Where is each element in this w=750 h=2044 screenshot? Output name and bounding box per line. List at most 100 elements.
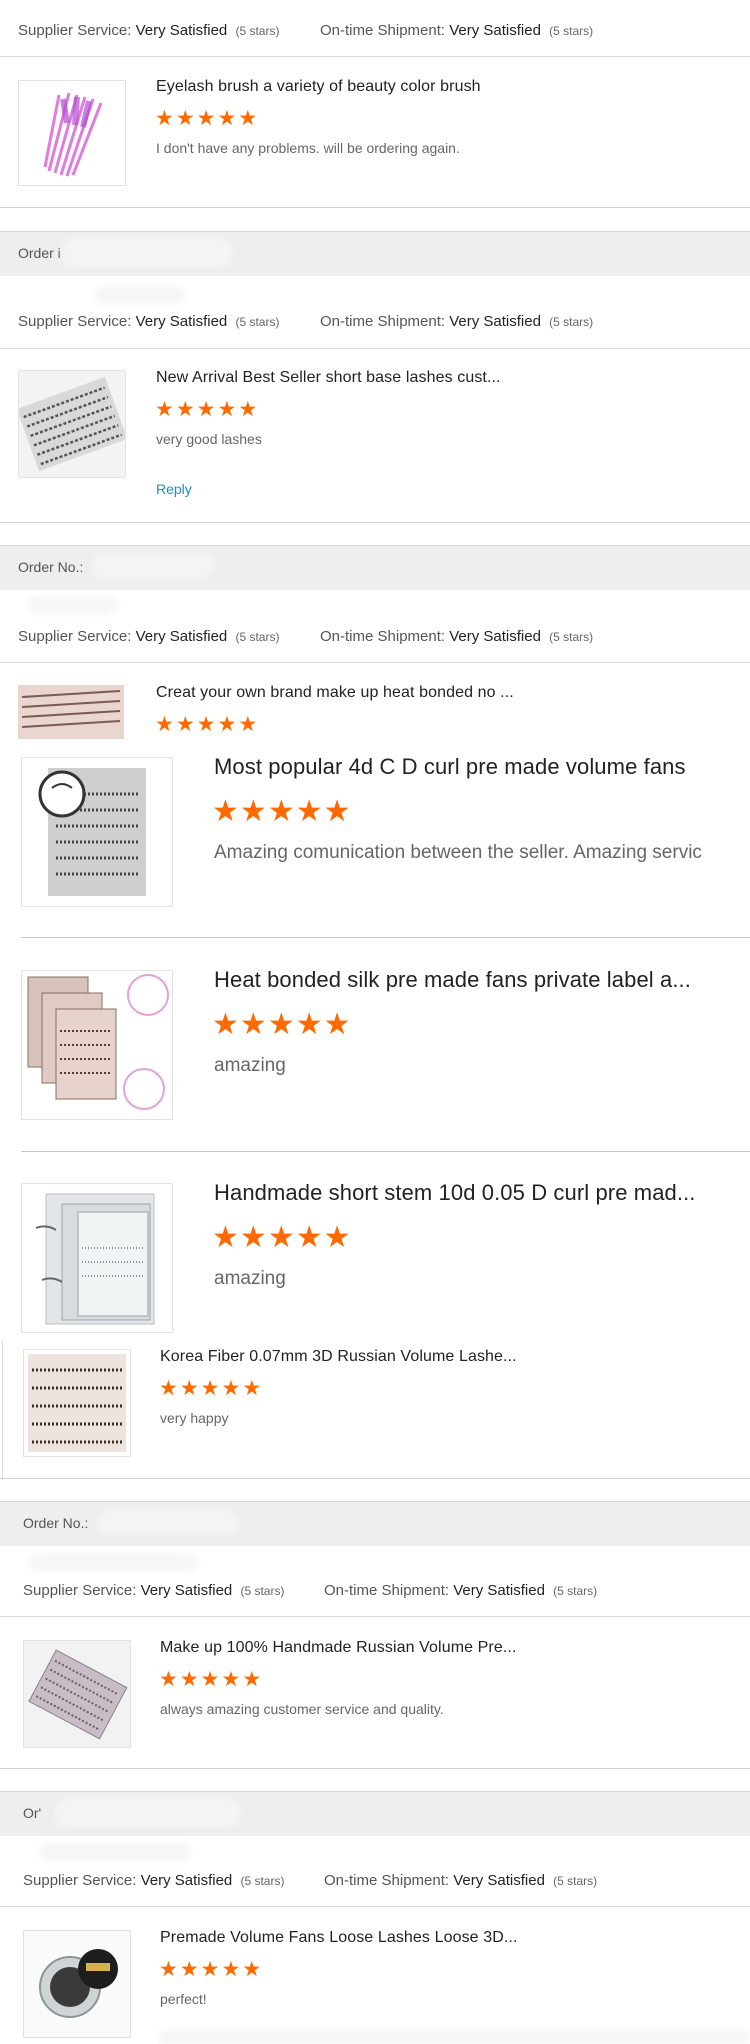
shipment-value: Very Satisfied <box>449 628 541 645</box>
star-icon: ★ <box>179 1958 199 1981</box>
lash-strip-image[interactable] <box>18 685 124 739</box>
divider <box>0 1906 750 1907</box>
rating-stars: ★★★★★ <box>159 1378 263 1399</box>
divider <box>0 207 750 208</box>
rating-summary: On-time Shipment: Very Satisfied (5 star… <box>324 1872 597 1889</box>
star-icon: ★ <box>155 398 174 421</box>
rating-stars: ★★★★★ <box>155 108 259 129</box>
star-icon: ★ <box>212 1008 239 1041</box>
supplier-stars-note: (5 stars) <box>235 315 280 329</box>
divider <box>0 56 750 57</box>
product-title[interactable]: New Arrival Best Seller short base lashe… <box>156 369 501 387</box>
rating-stars: ★★★★★ <box>159 1669 263 1690</box>
product-title[interactable]: Most popular 4d C D curl pre made volume… <box>214 754 686 780</box>
product-title[interactable]: Eyelash brush a variety of beauty color … <box>156 78 481 96</box>
divider <box>0 1768 750 1769</box>
lash-tray-image[interactable] <box>18 370 126 478</box>
product-title[interactable]: Korea Fiber 0.07mm 3D Russian Volume Las… <box>160 1348 517 1366</box>
product-title[interactable]: Creat your own brand make up heat bonded… <box>156 684 514 702</box>
star-icon: ★ <box>217 398 237 421</box>
star-icon: ★ <box>295 1008 323 1041</box>
rating-stars: ★★★★★ <box>212 1010 352 1040</box>
shipment-label: On-time Shipment: <box>320 22 446 39</box>
supplier-label: Supplier Service: <box>18 22 132 39</box>
supplier-value: Very Satisfied <box>135 313 228 330</box>
redacted-order-date <box>40 1843 190 1861</box>
star-icon: ★ <box>159 1668 178 1691</box>
rating-summary: On-time Shipment: Very Satisfied (5 star… <box>320 628 593 645</box>
shipment-stars-note: (5 stars) <box>549 630 594 644</box>
product-title[interactable]: Handmade short stem 10d 0.05 D curl pre … <box>214 1180 696 1206</box>
star-icon: ★ <box>196 107 216 130</box>
rating-summary: Supplier Service: Very Satisfied (5 star… <box>18 22 279 39</box>
review-comment: Amazing comunication between the seller.… <box>214 842 702 863</box>
star-icon: ★ <box>212 1221 239 1254</box>
star-icon: ★ <box>200 1958 220 1981</box>
divider <box>0 348 750 349</box>
shipment-value: Very Satisfied <box>453 1872 545 1889</box>
rating-summary: On-time Shipment: Very Satisfied (5 star… <box>320 313 593 330</box>
review-comment: I don't have any problems. will be order… <box>156 140 460 156</box>
supplier-stars-note: (5 stars) <box>235 24 280 38</box>
star-icon: ★ <box>267 1008 295 1041</box>
review-comment: perfect! <box>160 1991 207 2007</box>
star-icon: ★ <box>175 107 195 130</box>
star-icon: ★ <box>179 1668 199 1691</box>
supplier-value: Very Satisfied <box>135 22 228 39</box>
shipment-stars-note: (5 stars) <box>549 24 594 38</box>
shipment-label: On-time Shipment: <box>324 1582 450 1599</box>
redacted-order-number <box>92 554 214 578</box>
supplier-label: Supplier Service: <box>18 628 132 645</box>
product-title[interactable]: Premade Volume Fans Loose Lashes Loose 3… <box>160 1929 518 1947</box>
supplier-label: Supplier Service: <box>23 1582 137 1599</box>
star-icon: ★ <box>200 1377 220 1400</box>
product-title[interactable]: Heat bonded silk pre made fans private l… <box>214 967 691 993</box>
supplier-label: Supplier Service: <box>23 1872 137 1889</box>
star-icon: ★ <box>267 1221 295 1254</box>
russian-volume-tray-image[interactable] <box>23 1349 131 1457</box>
shipment-stars-note: (5 stars) <box>553 1584 598 1598</box>
supplier-stars-note: (5 stars) <box>240 1584 285 1598</box>
divider <box>0 1616 750 1617</box>
rating-stars: ★★★★★ <box>159 1959 263 1980</box>
divider <box>21 937 750 938</box>
supplier-value: Very Satisfied <box>135 628 228 645</box>
star-icon: ★ <box>239 1008 267 1041</box>
purple-lash-tray-image[interactable] <box>23 1640 131 1748</box>
star-icon: ★ <box>242 1958 262 1981</box>
shipment-value: Very Satisfied <box>453 1582 545 1599</box>
shipment-value: Very Satisfied <box>449 313 541 330</box>
loose-lash-jar-image[interactable] <box>23 1930 131 2038</box>
star-icon: ★ <box>267 795 295 828</box>
star-icon: ★ <box>155 107 174 130</box>
order-number-label: Order No.: <box>18 559 84 575</box>
supplier-stars-note: (5 stars) <box>235 630 280 644</box>
star-icon: ★ <box>212 795 239 828</box>
star-icon: ★ <box>323 795 351 828</box>
star-icon: ★ <box>196 713 216 736</box>
reply-link[interactable]: Reply <box>156 481 192 497</box>
star-icon: ★ <box>242 1377 262 1400</box>
star-icon: ★ <box>175 713 195 736</box>
supplier-stars-note: (5 stars) <box>240 1874 285 1888</box>
redacted-order-number <box>55 1798 240 1828</box>
shipment-stars-note: (5 stars) <box>553 1874 598 1888</box>
star-icon: ★ <box>155 713 174 736</box>
star-icon: ★ <box>295 795 323 828</box>
shipment-label: On-time Shipment: <box>320 313 446 330</box>
volume-fan-tray-image[interactable] <box>21 757 173 907</box>
shipment-label: On-time Shipment: <box>324 1872 450 1889</box>
rating-summary: Supplier Service: Very Satisfied (5 star… <box>18 628 279 645</box>
review-comment: always amazing customer service and qual… <box>160 1701 444 1717</box>
private-label-box-image[interactable] <box>21 970 173 1120</box>
pink-brush-image[interactable] <box>18 80 126 186</box>
product-title[interactable]: Make up 100% Handmade Russian Volume Pre… <box>160 1639 517 1657</box>
star-icon: ★ <box>239 1221 267 1254</box>
redacted-order-number <box>62 238 232 268</box>
supplier-value: Very Satisfied <box>140 1582 233 1599</box>
short-stem-tray-image[interactable] <box>21 1183 173 1333</box>
star-icon: ★ <box>221 1668 241 1691</box>
redacted-order-date <box>28 1553 198 1571</box>
rating-stars: ★★★★★ <box>155 399 259 420</box>
star-icon: ★ <box>217 107 237 130</box>
